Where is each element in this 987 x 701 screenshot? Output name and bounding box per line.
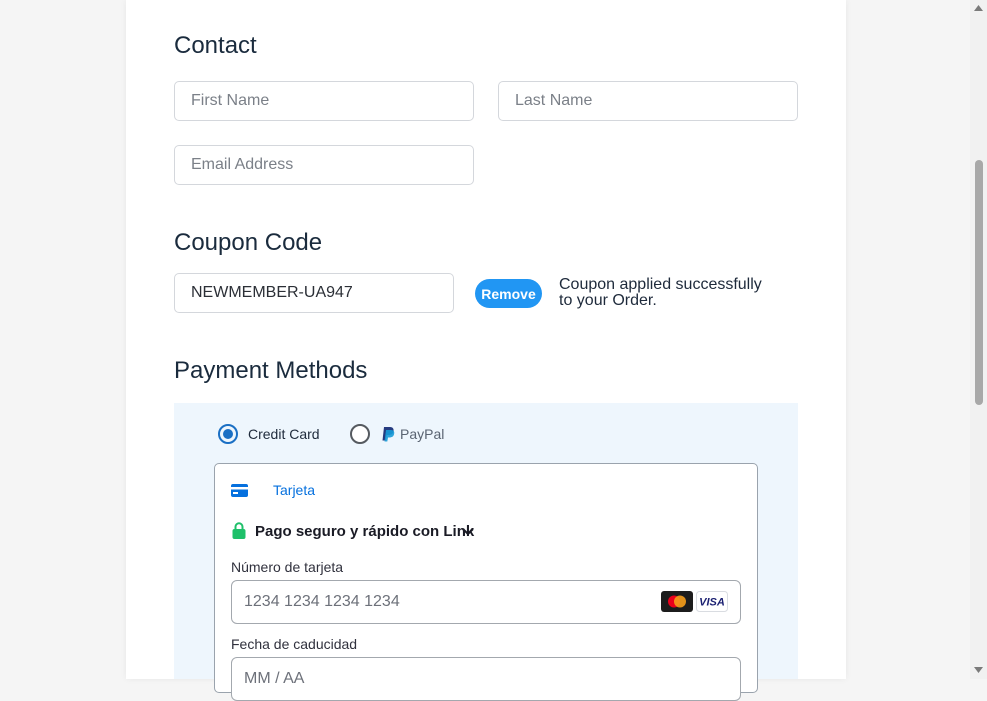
coupon-input[interactable] (174, 273, 454, 313)
card-number-label: Número de tarjeta (231, 559, 344, 575)
paypal-label[interactable]: PayPal (400, 426, 444, 442)
link-label[interactable]: Pago seguro y rápido con Link (255, 523, 474, 540)
scrollbar-thumb[interactable] (975, 160, 983, 405)
first-name-input[interactable] (174, 81, 474, 121)
coupon-success-message: Coupon applied successfully to your Orde… (559, 276, 762, 309)
mastercard-icon (661, 591, 693, 612)
visa-text: VISA (699, 597, 725, 609)
paypal-icon (382, 427, 395, 442)
coupon-title: Coupon Code (174, 229, 323, 256)
credit-card-radio[interactable] (218, 424, 238, 444)
email-input[interactable] (174, 145, 474, 185)
card-icon (231, 484, 248, 497)
contact-title: Contact (174, 32, 257, 59)
credit-card-label[interactable]: Credit Card (248, 426, 320, 442)
remove-coupon-button[interactable]: Remove (475, 279, 542, 308)
card-tab-label[interactable]: Tarjeta (273, 482, 315, 498)
expiry-label: Fecha de caducidad (231, 636, 358, 652)
last-name-input[interactable] (498, 81, 798, 121)
scroll-down-arrow-icon[interactable] (974, 667, 983, 673)
chevron-down-icon[interactable] (461, 527, 475, 537)
page-scrollbar[interactable] (970, 0, 987, 679)
lock-icon (232, 522, 246, 539)
scroll-up-arrow-icon[interactable] (974, 5, 983, 11)
payment-title: Payment Methods (174, 357, 368, 384)
paypal-radio[interactable] (350, 424, 370, 444)
expiry-input[interactable] (231, 657, 741, 701)
visa-icon: VISA (696, 591, 728, 612)
